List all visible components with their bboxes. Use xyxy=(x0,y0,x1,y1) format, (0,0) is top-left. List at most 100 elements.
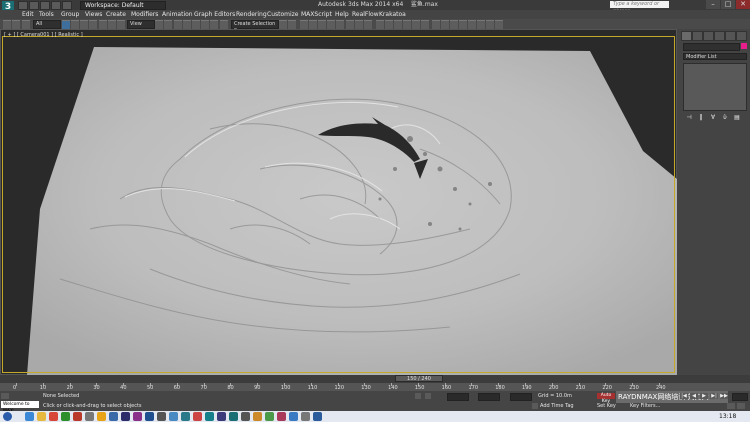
remove-modifier-icon[interactable]: ὑ xyxy=(721,115,729,121)
edit-named-selection-icon[interactable] xyxy=(220,20,228,29)
zoom-icon[interactable] xyxy=(727,403,735,409)
app-6-icon[interactable] xyxy=(289,412,298,421)
select-object-icon[interactable] xyxy=(62,20,70,29)
menu-rendering[interactable]: Rendering xyxy=(236,10,267,19)
go-to-end-icon[interactable]: ▶▶ xyxy=(720,393,728,399)
time-slider-thumb[interactable]: 150 / 240 xyxy=(395,375,443,382)
motion-tab-icon[interactable] xyxy=(714,31,725,41)
menu-group[interactable]: Group xyxy=(61,10,79,19)
minimize-button[interactable]: – xyxy=(706,0,720,9)
menu-modifiers[interactable]: Modifiers xyxy=(131,10,158,19)
maya-icon[interactable] xyxy=(181,412,190,421)
viewport-label[interactable]: [ + ] [ Camera001 ] [ Realistic ] xyxy=(4,32,83,38)
manipulate-icon[interactable] xyxy=(164,20,172,29)
nuke-icon[interactable] xyxy=(157,412,166,421)
menu-realflow[interactable]: RealFlow xyxy=(352,10,379,19)
utilities-tab-icon[interactable] xyxy=(736,31,747,41)
realflow-icon[interactable] xyxy=(376,20,384,29)
next-frame-icon[interactable]: ▶| xyxy=(710,393,718,399)
x-coord-field[interactable] xyxy=(447,393,469,401)
3dsmax-taskbar-icon[interactable] xyxy=(229,412,238,421)
current-frame-field[interactable] xyxy=(732,393,748,401)
search-input[interactable]: Type a keyword or phrase xyxy=(610,1,669,14)
pivot-icon[interactable] xyxy=(155,20,163,29)
save-icon[interactable] xyxy=(40,1,50,10)
window-crossing-icon[interactable] xyxy=(89,20,97,29)
key-filters-button[interactable]: Key Filters... xyxy=(630,403,660,409)
ie-icon[interactable] xyxy=(25,412,34,421)
object-color-swatch[interactable] xyxy=(741,43,747,49)
menu-animation[interactable]: Animation xyxy=(162,10,193,19)
y-coord-field[interactable] xyxy=(478,393,500,401)
open-icon[interactable] xyxy=(29,1,39,10)
object-name-field[interactable] xyxy=(683,43,740,51)
render-setup-icon[interactable] xyxy=(346,20,354,29)
redo-icon[interactable] xyxy=(62,1,72,10)
app-4-icon[interactable] xyxy=(265,412,274,421)
app-3-icon[interactable] xyxy=(253,412,262,421)
close-button[interactable]: ✕ xyxy=(736,0,750,9)
maximize-button[interactable]: □ xyxy=(721,0,735,9)
plugin-tool-5-icon[interactable] xyxy=(495,20,503,29)
maxscript-listener-icon[interactable] xyxy=(1,393,9,399)
app-8-icon[interactable] xyxy=(313,412,322,421)
keyboard-shortcut-icon[interactable] xyxy=(174,20,182,29)
scale-icon[interactable] xyxy=(117,20,125,29)
hierarchy-tab-icon[interactable] xyxy=(703,31,714,41)
schematic-view-icon[interactable] xyxy=(327,20,335,29)
menu-customize[interactable]: Customize xyxy=(267,10,299,19)
plugin-tool-icon[interactable] xyxy=(459,20,467,29)
realflow-export-icon[interactable] xyxy=(394,20,402,29)
curve-editor-icon[interactable] xyxy=(318,20,326,29)
rotate-icon[interactable] xyxy=(108,20,116,29)
undo-tool-icon[interactable] xyxy=(3,20,11,29)
mirror-icon[interactable] xyxy=(279,20,287,29)
create-tab-icon[interactable] xyxy=(681,31,692,41)
vray-icon[interactable] xyxy=(169,412,178,421)
angle-snap-icon[interactable] xyxy=(192,20,200,29)
reference-coord-dropdown[interactable]: View xyxy=(127,20,155,29)
undo-icon[interactable] xyxy=(51,1,61,10)
make-unique-icon[interactable]: ∀ xyxy=(709,115,717,121)
menu-tools[interactable]: Tools xyxy=(39,10,54,19)
add-time-tag[interactable]: Add Time Tag xyxy=(540,403,574,409)
script-icon[interactable] xyxy=(450,20,458,29)
plugin-tool-4-icon[interactable] xyxy=(486,20,494,29)
krakatoa-prt-icon[interactable] xyxy=(412,20,420,29)
orbit-icon[interactable] xyxy=(737,403,745,409)
word-icon[interactable] xyxy=(109,412,118,421)
menu-help[interactable]: Help xyxy=(335,10,349,19)
link-icon[interactable] xyxy=(22,20,30,29)
houdini-icon[interactable] xyxy=(217,412,226,421)
pin-stack-icon[interactable]: ⊣ xyxy=(685,115,693,121)
realflow-import-icon[interactable] xyxy=(385,20,393,29)
menu-maxscript[interactable]: MAXScript xyxy=(301,10,332,19)
select-by-name-icon[interactable] xyxy=(71,20,79,29)
rendered-frame-icon[interactable] xyxy=(355,20,363,29)
show-end-result-icon[interactable]: ‖ xyxy=(697,115,705,121)
particle-flow-icon[interactable] xyxy=(441,20,449,29)
named-selection-dropdown[interactable]: Create Selection Se xyxy=(231,20,279,34)
play-icon[interactable]: ▶ xyxy=(700,393,708,399)
modifier-stack[interactable] xyxy=(683,63,747,111)
percent-snap-icon[interactable] xyxy=(201,20,209,29)
time-slider-track[interactable] xyxy=(0,375,750,383)
app-icon[interactable] xyxy=(85,412,94,421)
align-icon[interactable] xyxy=(288,20,296,29)
explorer-icon[interactable] xyxy=(37,412,46,421)
graphite-ribbon-icon[interactable] xyxy=(309,20,317,29)
z-coord-field[interactable] xyxy=(510,393,532,401)
start-button-icon[interactable] xyxy=(3,412,12,421)
menu-edit[interactable]: Edit xyxy=(22,10,34,19)
after-effects-icon[interactable] xyxy=(145,412,154,421)
menu-views[interactable]: Views xyxy=(85,10,102,19)
krakatoa-icon[interactable] xyxy=(403,20,411,29)
menu-graph-editors[interactable]: Graph Editors xyxy=(194,10,235,19)
photoshop-icon[interactable] xyxy=(121,412,130,421)
workspace-dropdown[interactable]: Workspace: Default xyxy=(80,1,166,10)
move-icon[interactable] xyxy=(99,20,107,29)
frost-icon[interactable] xyxy=(432,20,440,29)
spinner-snap-icon[interactable] xyxy=(210,20,218,29)
material-editor-icon[interactable] xyxy=(336,20,344,29)
go-to-start-icon[interactable]: |◀ xyxy=(680,393,688,399)
